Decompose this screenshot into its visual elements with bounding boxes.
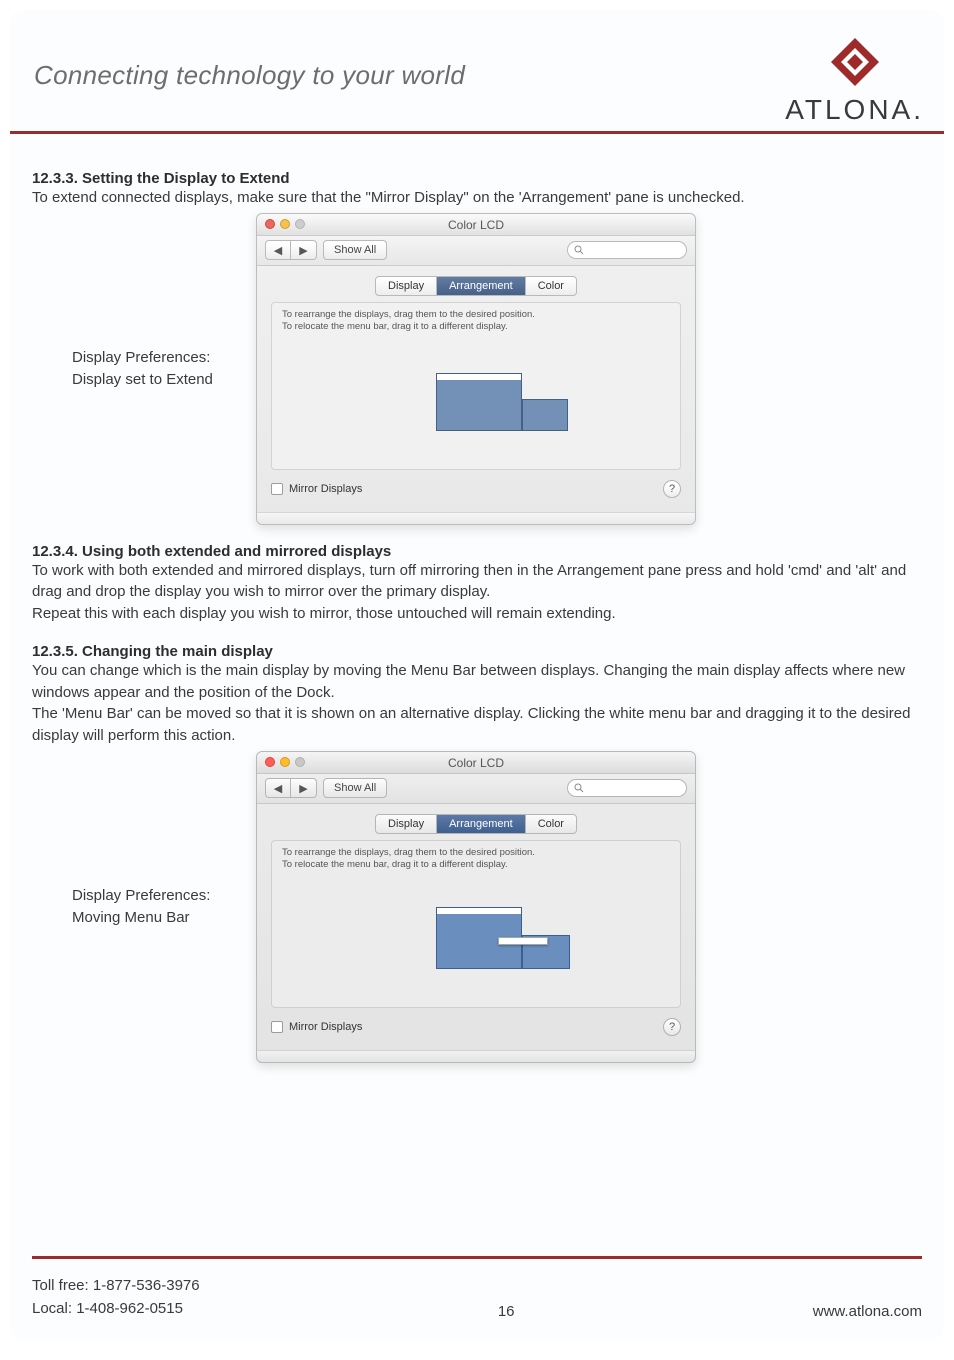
help-button[interactable]: ?	[663, 480, 681, 498]
hint-line-1: To rearrange the displays, drag them to …	[282, 847, 670, 859]
hint-line-2: To relocate the menu bar, drag it to a d…	[282, 321, 670, 333]
heading-12-3-3: 12.3.3. Setting the Display to Extend	[32, 170, 922, 187]
minimize-icon[interactable]	[280, 757, 290, 767]
logo-diamond-icon	[829, 36, 881, 88]
minimize-icon[interactable]	[280, 219, 290, 229]
traffic-lights	[265, 219, 305, 229]
para-12-3-3: To extend connected displays, make sure …	[32, 187, 922, 209]
page-header: Connecting technology to your world ATLO…	[10, 10, 944, 134]
tab-arrangement[interactable]: Arrangement	[437, 814, 526, 834]
menu-bar-indicator[interactable]	[437, 908, 521, 914]
display-arena[interactable]	[282, 877, 670, 997]
window-title: Color LCD	[448, 756, 504, 770]
tab-bar: Display Arrangement Color	[257, 276, 695, 296]
tab-color[interactable]: Color	[526, 814, 577, 834]
nav-segment: ◀ ▶	[265, 240, 317, 260]
window-toolbar: ◀ ▶ Show All	[257, 774, 695, 804]
arrangement-panel: To rearrange the displays, drag them to …	[271, 302, 681, 470]
display-primary[interactable]	[436, 373, 522, 431]
toll-free: Toll free: 1-877-536-3976	[32, 1275, 200, 1298]
para-12-3-5-a: You can change which is the main display…	[32, 660, 922, 704]
mirror-displays-checkbox[interactable]: Mirror Displays	[271, 483, 362, 495]
resize-grip[interactable]	[257, 1050, 695, 1062]
window-titlebar: Color LCD	[257, 752, 695, 774]
search-icon	[574, 783, 584, 793]
search-field[interactable]	[588, 245, 678, 256]
tagline: Connecting technology to your world	[34, 60, 465, 91]
brand-wordmark: ATLONA.	[785, 94, 924, 126]
search-input[interactable]	[567, 241, 687, 259]
window-toolbar: ◀ ▶ Show All	[257, 236, 695, 266]
local-number: Local: 1-408-962-0515	[32, 1298, 200, 1321]
search-field[interactable]	[588, 783, 678, 794]
para-12-3-5-b: The 'Menu Bar' can be moved so that it i…	[32, 703, 922, 747]
show-all-button[interactable]: Show All	[323, 240, 387, 260]
hint-line-2: To relocate the menu bar, drag it to a d…	[282, 859, 670, 871]
arrangement-panel: To rearrange the displays, drag them to …	[271, 840, 681, 1008]
checkbox-box-icon	[271, 483, 283, 495]
hint-line-1: To rearrange the displays, drag them to …	[282, 309, 670, 321]
tab-display[interactable]: Display	[375, 814, 437, 834]
search-icon	[574, 245, 584, 255]
window-bottom-row: Mirror Displays ?	[257, 1008, 695, 1050]
mac-prefs-window-extend: Color LCD ◀ ▶ Show All	[256, 213, 696, 525]
footer-contact: Toll free: 1-877-536-3976 Local: 1-408-9…	[32, 1275, 200, 1320]
window-bottom-row: Mirror Displays ?	[257, 470, 695, 512]
nav-segment: ◀ ▶	[265, 778, 317, 798]
figure-row-extend: Display Preferences: Display set to Exte…	[72, 213, 922, 525]
section-both: 12.3.4. Using both extended and mirrored…	[32, 543, 922, 625]
traffic-lights	[265, 757, 305, 767]
mac-prefs-window-menubar: Color LCD ◀ ▶ Show All	[256, 751, 696, 1063]
dragging-menu-bar[interactable]	[498, 937, 548, 945]
para-12-3-4-b: Repeat this with each display you wish t…	[32, 603, 922, 625]
content-area: 12.3.3. Setting the Display to Extend To…	[32, 170, 922, 1081]
back-button[interactable]: ◀	[265, 240, 291, 260]
mirror-displays-label: Mirror Displays	[289, 1021, 362, 1033]
section-main-display: 12.3.5. Changing the main display You ca…	[32, 643, 922, 1063]
heading-12-3-4: 12.3.4. Using both extended and mirrored…	[32, 543, 922, 560]
page-number: 16	[498, 1303, 515, 1320]
tab-arrangement[interactable]: Arrangement	[437, 276, 526, 296]
close-icon[interactable]	[265, 219, 275, 229]
heading-12-3-5: 12.3.5. Changing the main display	[32, 643, 922, 660]
brand-logo: ATLONA.	[785, 36, 924, 126]
display-arena[interactable]	[282, 339, 670, 459]
page: Connecting technology to your world ATLO…	[10, 10, 944, 1340]
section-extend: 12.3.3. Setting the Display to Extend To…	[32, 170, 922, 525]
zoom-icon[interactable]	[295, 757, 305, 767]
resize-grip[interactable]	[257, 512, 695, 524]
back-button[interactable]: ◀	[265, 778, 291, 798]
checkbox-box-icon	[271, 1021, 283, 1033]
close-icon[interactable]	[265, 757, 275, 767]
forward-button[interactable]: ▶	[291, 240, 317, 260]
window-title: Color LCD	[448, 218, 504, 232]
figure-caption-menubar: Display Preferences: Moving Menu Bar	[72, 885, 242, 929]
para-12-3-4-a: To work with both extended and mirrored …	[32, 560, 922, 604]
figure-caption-extend: Display Preferences: Display set to Exte…	[72, 347, 242, 391]
display-secondary[interactable]	[522, 399, 568, 431]
zoom-icon[interactable]	[295, 219, 305, 229]
figure-row-menubar: Display Preferences: Moving Menu Bar Col…	[72, 751, 922, 1063]
menu-bar-indicator[interactable]	[437, 374, 521, 380]
search-input[interactable]	[567, 779, 687, 797]
forward-button[interactable]: ▶	[291, 778, 317, 798]
help-button[interactable]: ?	[663, 1018, 681, 1036]
page-footer: Toll free: 1-877-536-3976 Local: 1-408-9…	[32, 1256, 922, 1320]
footer-site: www.atlona.com	[813, 1303, 922, 1320]
show-all-button[interactable]: Show All	[323, 778, 387, 798]
tab-color[interactable]: Color	[526, 276, 577, 296]
window-titlebar: Color LCD	[257, 214, 695, 236]
tab-display[interactable]: Display	[375, 276, 437, 296]
mirror-displays-checkbox[interactable]: Mirror Displays	[271, 1021, 362, 1033]
tab-bar: Display Arrangement Color	[257, 814, 695, 834]
mirror-displays-label: Mirror Displays	[289, 483, 362, 495]
